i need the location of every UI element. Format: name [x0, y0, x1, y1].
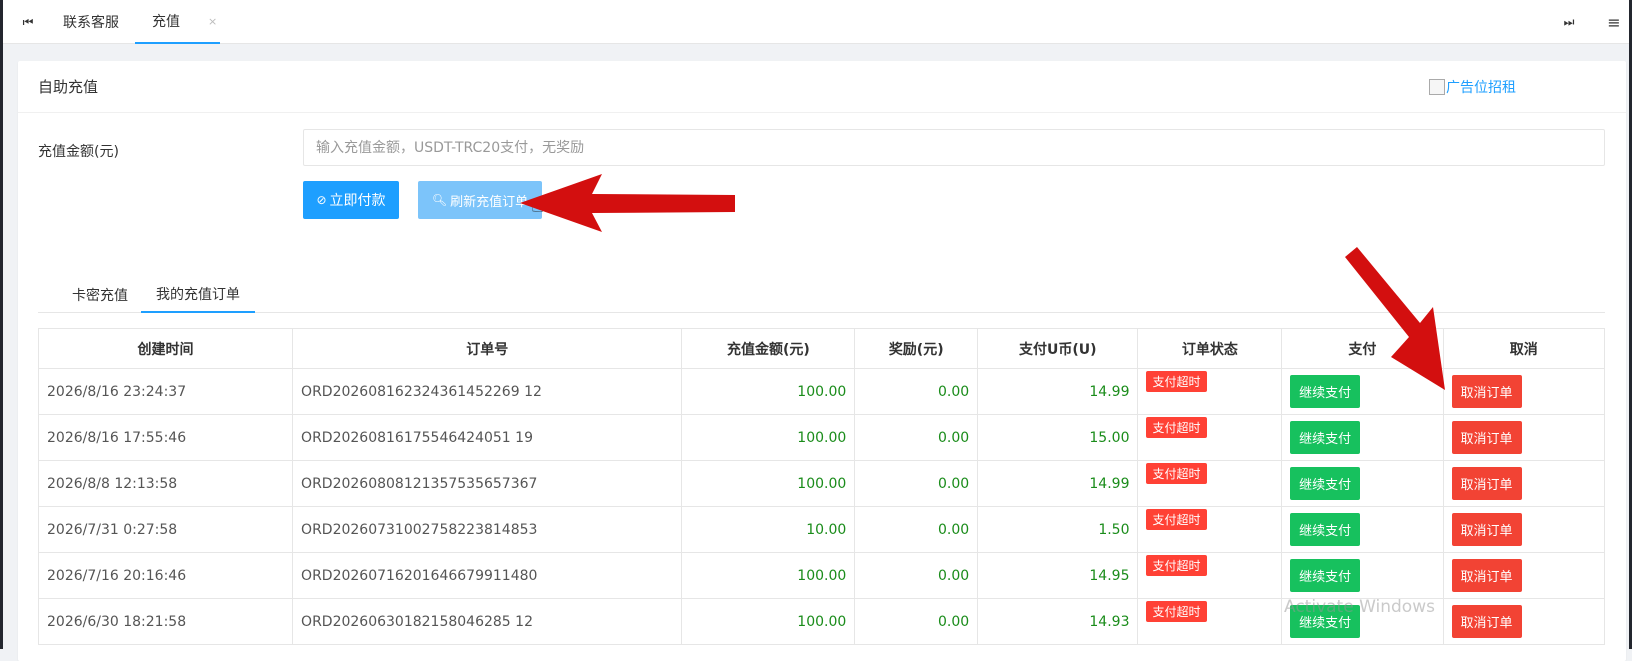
status-badge: 支付超时 [1146, 601, 1207, 622]
card-title: 自助充值 [18, 61, 1626, 113]
bonus-amount: 0.00 [854, 460, 979, 507]
continue-pay-button[interactable]: 继续支付 [1290, 375, 1361, 408]
status-badge: 支付超时 [1146, 509, 1207, 530]
usdt-amount: 14.99 [977, 368, 1139, 415]
refresh-orders-label: 刷新充值订单 [450, 194, 529, 210]
table-row: 2026/8/16 23:24:37 ORD202608162324361452… [37, 368, 1606, 415]
continue-pay-button[interactable]: 继续支付 [1290, 467, 1361, 500]
order-number: ORD20260816175546424051 19 [292, 414, 683, 461]
cancel-order-button[interactable]: 取消订单 [1451, 375, 1522, 408]
usdt-amount: 14.95 [977, 552, 1139, 599]
tab-label: 联系客服 [63, 15, 119, 31]
bonus-amount: 0.00 [854, 414, 979, 461]
continue-pay-button[interactable]: 继续支付 [1290, 559, 1361, 592]
status-badge: 支付超时 [1146, 417, 1207, 438]
amount-input[interactable] [303, 129, 1605, 166]
tab-card-recharge[interactable]: 卡密充值 [72, 277, 128, 313]
created-time: 2026/7/31 0:27:58 [37, 506, 294, 553]
column-header: 订单号 [292, 328, 683, 369]
check-circle-icon: ⊘ [316, 193, 327, 207]
column-header: 支付 [1281, 328, 1444, 369]
close-icon[interactable]: × [208, 15, 217, 28]
created-time: 2026/6/30 18:21:58 [37, 598, 294, 645]
pay-now-button[interactable]: ⊘ 立即付款 [303, 181, 399, 219]
bonus-amount: 0.00 [854, 598, 979, 645]
tab-my-orders[interactable]: 我的充值订单 [141, 277, 255, 313]
order-number: ORD20260716201646679911480 [292, 552, 683, 599]
created-time: 2026/8/16 17:55:46 [37, 414, 294, 461]
recharge-amount: 10.00 [681, 506, 856, 553]
status-badge: 支付超时 [1146, 555, 1207, 576]
order-number: ORD20260731002758223814853 [292, 506, 683, 553]
hand-cursor-icon: ☝ [531, 193, 545, 218]
recharge-amount: 100.00 [681, 552, 856, 599]
continue-pay-button[interactable]: 继续支付 [1290, 513, 1361, 546]
tab-next-icon[interactable]: ⏭ [1549, 0, 1589, 44]
recharge-amount: 100.00 [681, 368, 856, 415]
tab-prev-icon[interactable]: ⏮ [8, 0, 48, 44]
table-header-row: 创建时间 订单号 充值金额(元) 奖励(元) 支付U币(U) 订单状态 支付 取… [37, 328, 1606, 369]
inner-tabs: 卡密充值 我的充值订单 [38, 277, 1605, 313]
menu-icon[interactable]: ≡ [1599, 0, 1629, 44]
order-number: ORD20260808121357535657367 [292, 460, 683, 507]
usdt-amount: 1.50 [977, 506, 1139, 553]
windows-activation-watermark: Activate Windows [1284, 597, 1435, 617]
bonus-amount: 0.00 [854, 506, 979, 553]
status-badge: 支付超时 [1146, 463, 1207, 484]
tab-label: 充值 [152, 14, 180, 30]
column-header: 创建时间 [37, 328, 294, 369]
tab-bar: ⏮ 联系客服 充值 × ⏭ ≡ [3, 0, 1629, 44]
cancel-order-button[interactable]: 取消订单 [1451, 605, 1522, 638]
table-row: 2026/8/16 17:55:46 ORD202608161755464240… [37, 414, 1606, 461]
ad-text: 广告位招租 [1446, 80, 1516, 96]
order-number: ORD202608162324361452269 12 [292, 368, 683, 415]
status-badge: 支付超时 [1146, 371, 1207, 392]
recharge-amount: 100.00 [681, 460, 856, 507]
column-header: 订单状态 [1137, 328, 1283, 369]
amount-label: 充值金额(元) [38, 144, 119, 160]
column-header: 奖励(元) [854, 328, 979, 369]
ad-link[interactable]: 广告位招租 [1429, 77, 1516, 97]
cancel-order-button[interactable]: 取消订单 [1451, 513, 1522, 546]
search-icon: 🔍︎ [431, 193, 448, 207]
cancel-order-button[interactable]: 取消订单 [1451, 559, 1522, 592]
usdt-amount: 15.00 [977, 414, 1139, 461]
usdt-amount: 14.93 [977, 598, 1139, 645]
bonus-amount: 0.00 [854, 552, 979, 599]
created-time: 2026/8/8 12:13:58 [37, 460, 294, 507]
column-header: 支付U币(U) [977, 328, 1139, 369]
recharge-amount: 100.00 [681, 598, 856, 645]
recharge-amount: 100.00 [681, 414, 856, 461]
column-header: 充值金额(元) [681, 328, 856, 369]
table-row: 2026/7/16 20:16:46 ORD202607162016466799… [37, 552, 1606, 599]
continue-pay-button[interactable]: 继续支付 [1290, 421, 1361, 454]
window-left-edge [0, 0, 3, 649]
column-header: 取消 [1442, 328, 1606, 369]
pay-now-label: 立即付款 [329, 193, 386, 209]
table-row: 2026/7/31 0:27:58 ORD2026073100275822381… [37, 506, 1606, 553]
tab-customer-service[interactable]: 联系客服 [63, 0, 119, 44]
table-row: 2026/8/8 12:13:58 ORD2026080812135753565… [37, 460, 1606, 507]
bonus-amount: 0.00 [854, 368, 979, 415]
order-number: ORD20260630182158046285 12 [292, 598, 683, 645]
broken-image-icon [1429, 79, 1445, 95]
cancel-order-button[interactable]: 取消订单 [1451, 467, 1522, 500]
created-time: 2026/7/16 20:16:46 [37, 552, 294, 599]
usdt-amount: 14.99 [977, 460, 1139, 507]
refresh-orders-button[interactable]: 🔍︎ 刷新充值订单 [418, 181, 542, 219]
created-time: 2026/8/16 23:24:37 [37, 368, 294, 415]
cancel-order-button[interactable]: 取消订单 [1451, 421, 1522, 454]
tab-recharge[interactable]: 充值 × [135, 0, 220, 44]
recharge-card: 自助充值 广告位招租 充值金额(元) ⊘ 立即付款 🔍︎ 刷新充值订单 ☝ 卡密… [18, 61, 1626, 661]
